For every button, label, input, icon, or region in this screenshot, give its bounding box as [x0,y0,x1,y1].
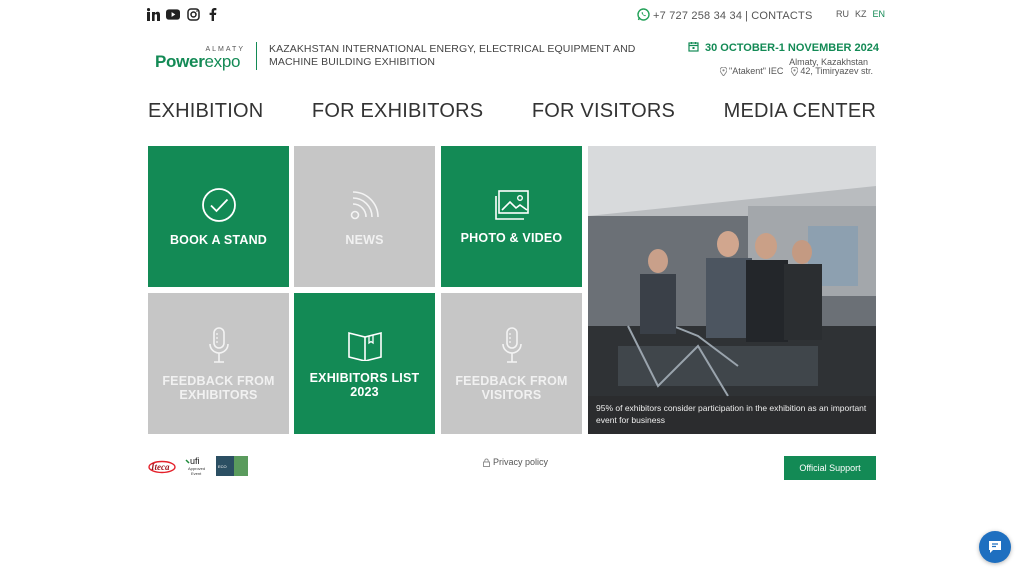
partner-logo[interactable]: ECO [216,456,248,481]
header-divider [256,42,257,70]
contact-info: +7 727 258 34 34 | CONTACTS [637,8,813,24]
privacy-policy-link[interactable]: Privacy policy [483,457,548,467]
book-icon [347,331,382,361]
exhibition-title: KAZAKHSTAN INTERNATIONAL ENERGY, ELECTRI… [269,43,636,68]
location-pin-icon [720,66,727,76]
privacy-label: Privacy policy [493,457,549,467]
exhibition-dates: 30 OCTOBER-1 NOVEMBER 2024 [688,41,879,55]
lang-en[interactable]: EN [873,9,886,19]
tile-feedback-visitors[interactable]: FEEDBACK FROM VISITORS [441,293,582,434]
iteca-logo[interactable]: Iteca [148,458,178,479]
header: ALMATY Powerexpo KAZAKHSTAN INTERNATIONA… [0,40,1024,80]
microphone-icon [501,326,522,363]
logo-word: Powerexpo [155,52,241,71]
top-bar: +7 727 258 34 34 | CONTACTS RU KZ EN [0,0,1024,32]
facebook-icon[interactable] [206,7,220,21]
youtube-icon[interactable] [166,7,180,21]
exhibition-photo-image [588,146,876,434]
tile-photo-video[interactable]: PHOTO & VIDEO [441,146,582,287]
venue-address: 42, Timiryazev str. [800,66,873,76]
chat-button[interactable] [979,531,1011,563]
language-switcher: RU KZ EN [836,9,885,19]
tile-label: PHOTO & VIDEO [460,230,563,245]
nav-exhibition[interactable]: EXHIBITION [148,100,263,123]
tile-label: FEEDBACK FROM EXHIBITORS [162,373,275,402]
official-support-button[interactable]: Official Support [784,456,876,480]
tile-label: FEEDBACK FROM VISITORS [455,373,568,402]
tile-book-a-stand[interactable]: BOOK A STAND [148,146,289,287]
rss-icon [350,190,379,219]
svg-text:ufi: ufi [190,456,200,466]
tile-news[interactable]: NEWS [294,146,435,287]
social-links [146,7,220,21]
dates-text: 30 OCTOBER-1 NOVEMBER 2024 [705,42,880,54]
nav-media-center[interactable]: MEDIA CENTER [724,100,876,123]
tile-feedback-exhibitors[interactable]: FEEDBACK FROM EXHIBITORS [148,293,289,434]
svg-text:Iteca: Iteca [150,462,170,472]
tile-label: NEWS [345,232,384,247]
tile-label: BOOK A STAND [169,232,268,247]
check-circle-icon [201,187,236,222]
chat-icon [989,541,1001,553]
contacts-link[interactable]: CONTACTS [751,10,812,22]
separator: | [745,10,749,22]
microphone-icon [208,326,229,363]
photo-caption: 95% of exhibitors consider participation… [588,396,876,434]
tile-exhibitors-list[interactable]: EXHIBITORS LIST 2023 [294,293,435,434]
gallery-icon [494,189,529,220]
exhibition-photo[interactable]: 95% of exhibitors consider participation… [588,146,876,434]
nav-for-exhibitors[interactable]: FOR EXHIBITORS [312,100,483,123]
tile-label: EXHIBITORS LIST 2023 [309,370,420,399]
phone-link[interactable]: +7 727 258 34 34 [653,10,742,22]
lang-ru[interactable]: RU [836,9,849,19]
svg-text:Event: Event [191,471,202,476]
linkedin-icon[interactable] [146,7,160,21]
instagram-icon[interactable] [186,7,200,21]
powerexpo-logo[interactable]: ALMATY Powerexpo [155,46,247,74]
location-pin-icon [791,66,799,76]
nav-for-visitors[interactable]: FOR VISITORS [532,100,675,123]
partner-logos: Iteca ufi Approved Event ECO [148,455,248,482]
venue-name: "Atakent" IEC [729,66,784,76]
svg-text:ECO: ECO [218,464,227,469]
lang-kz[interactable]: KZ [855,9,867,19]
calendar-icon [688,41,699,55]
whatsapp-icon[interactable] [637,8,650,24]
main-nav: EXHIBITION FOR EXHIBITORS FOR VISITORS M… [148,100,876,123]
lock-icon [483,458,490,467]
venue-info: "Atakent" IEC 42, Timiryazev str. [720,66,873,76]
ufi-logo[interactable]: ufi Approved Event [184,455,210,482]
